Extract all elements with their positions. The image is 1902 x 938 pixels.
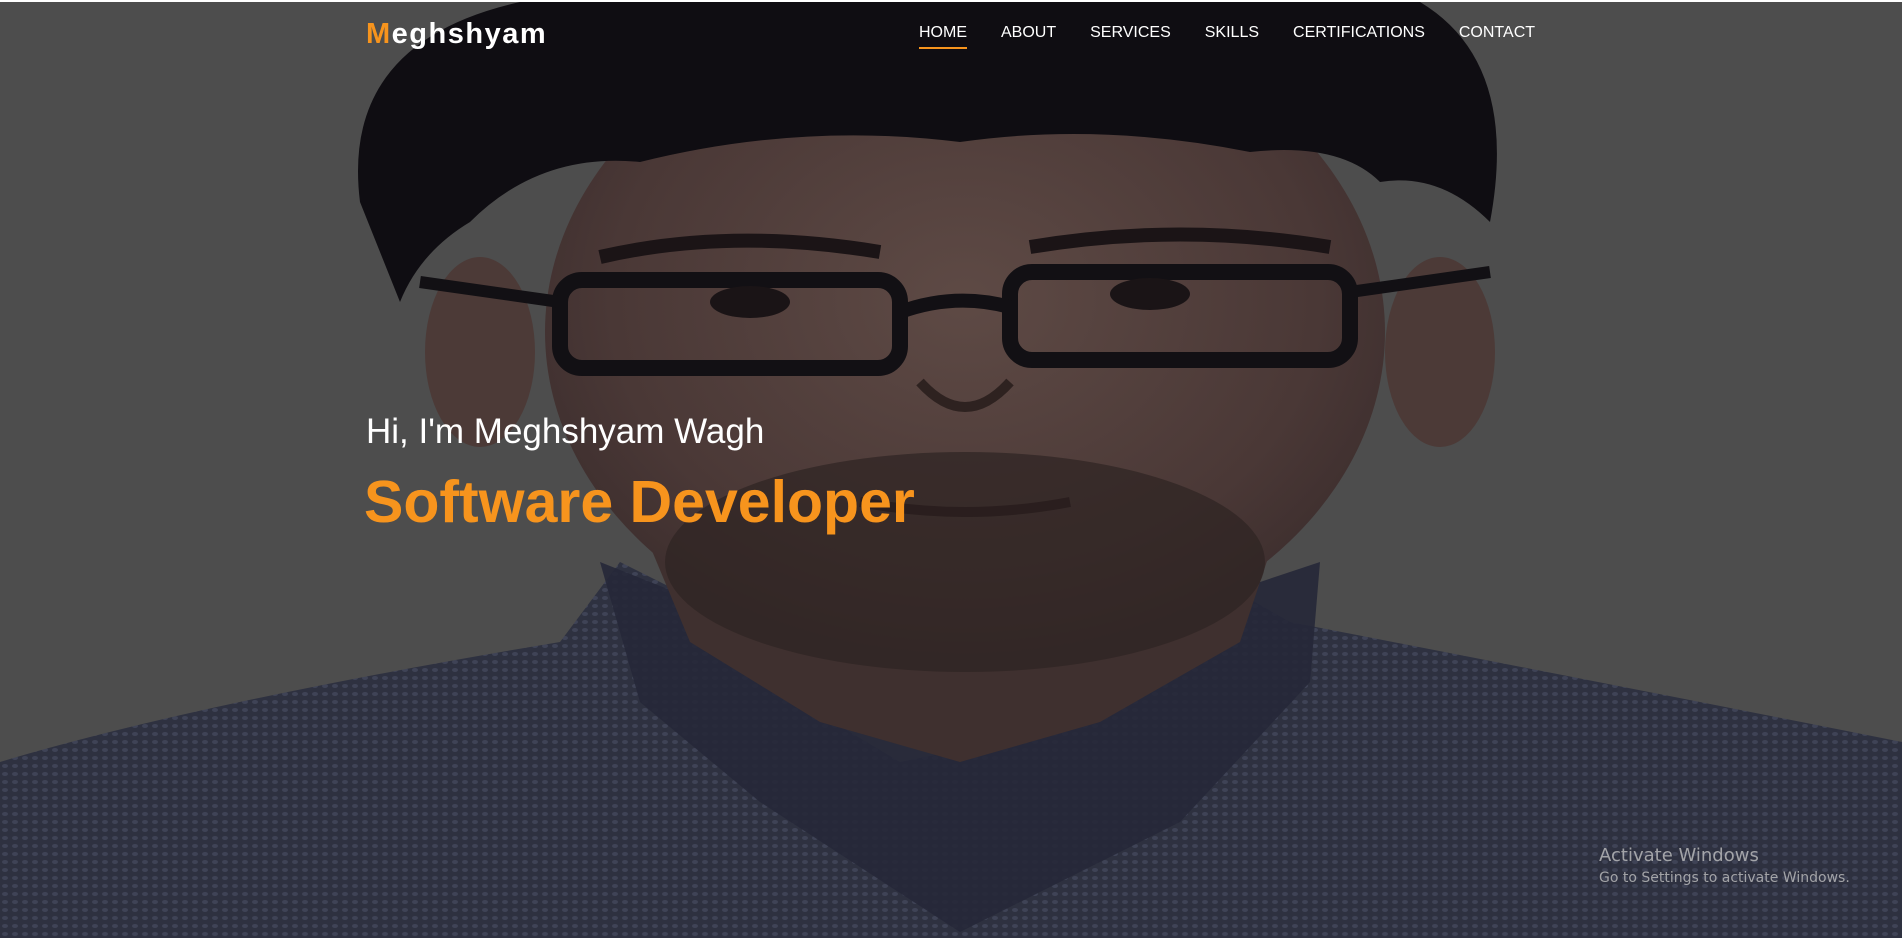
main-nav: HOME ABOUT SERVICES SKILLS CERTIFICATION…	[919, 24, 1535, 49]
windows-activation-watermark: Activate Windows Go to Settings to activ…	[1599, 845, 1850, 886]
hero-section: Meghshyam HOME ABOUT SERVICES SKILLS CER…	[0, 2, 1902, 938]
nav-link-certifications[interactable]: CERTIFICATIONS	[1293, 24, 1425, 48]
hero-role-title: Software Developer	[364, 469, 915, 535]
hero-dark-overlay	[0, 2, 1902, 938]
site-logo[interactable]: Meghshyam	[366, 18, 547, 51]
watermark-subtitle: Go to Settings to activate Windows.	[1599, 870, 1850, 886]
logo-initial: M	[366, 18, 392, 50]
nav-link-services[interactable]: SERVICES	[1090, 24, 1171, 48]
nav-link-contact[interactable]: CONTACT	[1459, 24, 1535, 48]
nav-link-skills[interactable]: SKILLS	[1205, 24, 1259, 48]
nav-link-home[interactable]: HOME	[919, 24, 967, 49]
logo-text: eghshyam	[391, 18, 548, 50]
top-navbar: Meghshyam HOME ABOUT SERVICES SKILLS CER…	[0, 2, 1902, 72]
nav-link-about[interactable]: ABOUT	[1001, 24, 1056, 48]
hero-greeting: Hi, I'm Meghshyam Wagh	[366, 412, 765, 451]
watermark-title: Activate Windows	[1599, 845, 1759, 866]
